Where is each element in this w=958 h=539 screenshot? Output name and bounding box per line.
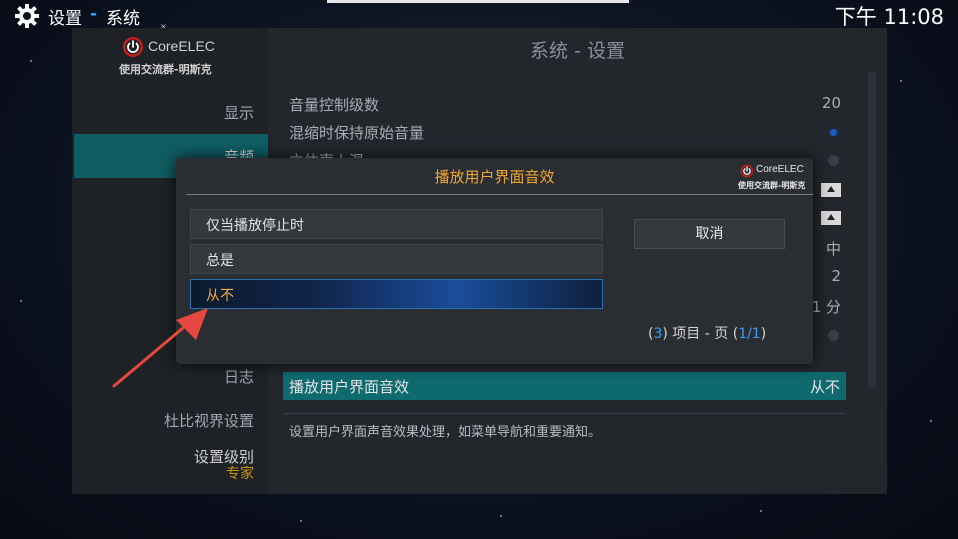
setting-value: 2 (831, 267, 841, 285)
page-number: 1/1 (738, 326, 761, 342)
setting-value: 中 (825, 240, 841, 258)
pager-text: 项目 - 页 ( (667, 326, 739, 342)
radio-off-icon (828, 330, 839, 341)
radio-on-icon (828, 127, 839, 138)
option-only-when-stopped[interactable]: 仅当播放停止时 (190, 209, 603, 239)
star (760, 510, 762, 512)
breadcrumb-page: 系统 (106, 9, 140, 29)
star (930, 420, 932, 422)
option-label: 仅当播放停止时 (206, 218, 304, 234)
star (300, 520, 302, 522)
setting-value: 从不 (809, 378, 840, 396)
page-title: 系统 - 设置 (530, 40, 625, 62)
star (500, 515, 502, 517)
option-label: 总是 (206, 253, 234, 269)
brand-name: CoreELEC (148, 38, 215, 54)
setting-row-keep-volume[interactable]: 混缩时保持原始音量 (289, 119, 845, 145)
annotation-arrow-icon (112, 308, 208, 388)
pager-info: (3) 项目 - 页 (1/1) (648, 323, 766, 343)
brand-logo: CoreELEC 使用交流群-明斯克 (119, 36, 232, 76)
setting-label: 音量控制级数 (289, 96, 380, 114)
top-strip (327, 0, 629, 3)
gear-icon[interactable] (14, 3, 40, 29)
star (900, 80, 902, 82)
power-icon (740, 164, 754, 178)
sidebar-item-display[interactable]: 显示 (72, 102, 268, 123)
dialog-title: 播放用户界面音效 (434, 168, 555, 186)
brand-group: 使用交流群-明斯克 (738, 181, 806, 190)
setting-row-ui-sounds[interactable]: 播放用户界面音效 从不 (283, 372, 846, 400)
cancel-button[interactable]: 取消 (634, 219, 785, 249)
option-never[interactable]: 从不 (190, 279, 603, 309)
scrollbar[interactable] (868, 72, 876, 388)
spinner-up-icon[interactable] (821, 183, 841, 197)
settings-level-value: 专家 (226, 466, 254, 482)
divider (283, 413, 846, 414)
setting-description: 设置用户界面声音效果处理，如菜单导航和重要通知。 (289, 425, 602, 440)
breadcrumb-separator: - (90, 4, 98, 24)
setting-value: 1 分 (811, 298, 841, 316)
option-always[interactable]: 总是 (190, 244, 603, 274)
setting-value: 20 (821, 94, 841, 112)
power-icon (123, 37, 143, 57)
spinner-up-icon[interactable] (821, 211, 841, 225)
pager-text: ) (760, 326, 767, 342)
sidebar-item-dolby-vision[interactable]: 杜比视界设置 (72, 410, 268, 431)
brand-name: CoreELEC (756, 164, 804, 175)
breadcrumb-section: 设置 (48, 9, 82, 29)
top-bar: 设置 - 系统 下午 11:08 (0, 0, 958, 30)
dialog-brand-logo: CoreELEC 使用交流群-明斯克 (738, 163, 810, 193)
setting-label: 播放用户界面音效 (289, 378, 410, 396)
clock: 下午 11:08 (834, 5, 944, 29)
radio-off-icon (828, 155, 839, 166)
setting-label: 混缩时保持原始音量 (289, 124, 425, 142)
star (30, 60, 32, 62)
dialog-title-divider (186, 194, 813, 195)
star (20, 300, 22, 302)
setting-row-volume-steps[interactable]: 音量控制级数 20 (289, 91, 845, 117)
brand-group: 使用交流群-明斯克 (119, 63, 212, 76)
